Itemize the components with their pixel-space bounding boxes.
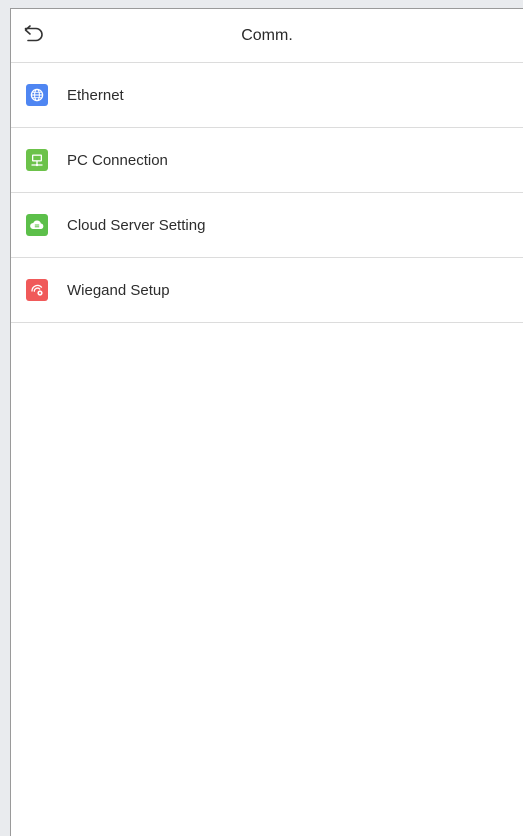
menu-item-cloud-server-setting[interactable]: Cloud Server Setting xyxy=(11,193,523,258)
device-screen: Comm. Ethernet PC Connection Cloud Serve… xyxy=(10,8,523,836)
menu-item-label: Wiegand Setup xyxy=(67,281,170,299)
menu-item-label: PC Connection xyxy=(67,151,168,169)
menu-item-pc-connection[interactable]: PC Connection xyxy=(11,128,523,193)
menu-item-ethernet[interactable]: Ethernet xyxy=(11,63,523,128)
page-title: Comm. xyxy=(241,26,293,44)
menu-item-label: Ethernet xyxy=(67,86,124,104)
header-bar: Comm. xyxy=(11,9,523,63)
back-arrow-icon xyxy=(23,24,45,47)
wiegand-icon xyxy=(26,279,48,301)
menu-item-wiegand-setup[interactable]: Wiegand Setup xyxy=(11,258,523,323)
menu-list: Ethernet PC Connection Cloud Server Sett… xyxy=(11,63,523,323)
menu-item-label: Cloud Server Setting xyxy=(67,216,206,234)
back-button[interactable] xyxy=(21,22,47,48)
globe-icon xyxy=(26,84,48,106)
cloud-icon xyxy=(26,214,48,236)
monitor-icon xyxy=(26,149,48,171)
